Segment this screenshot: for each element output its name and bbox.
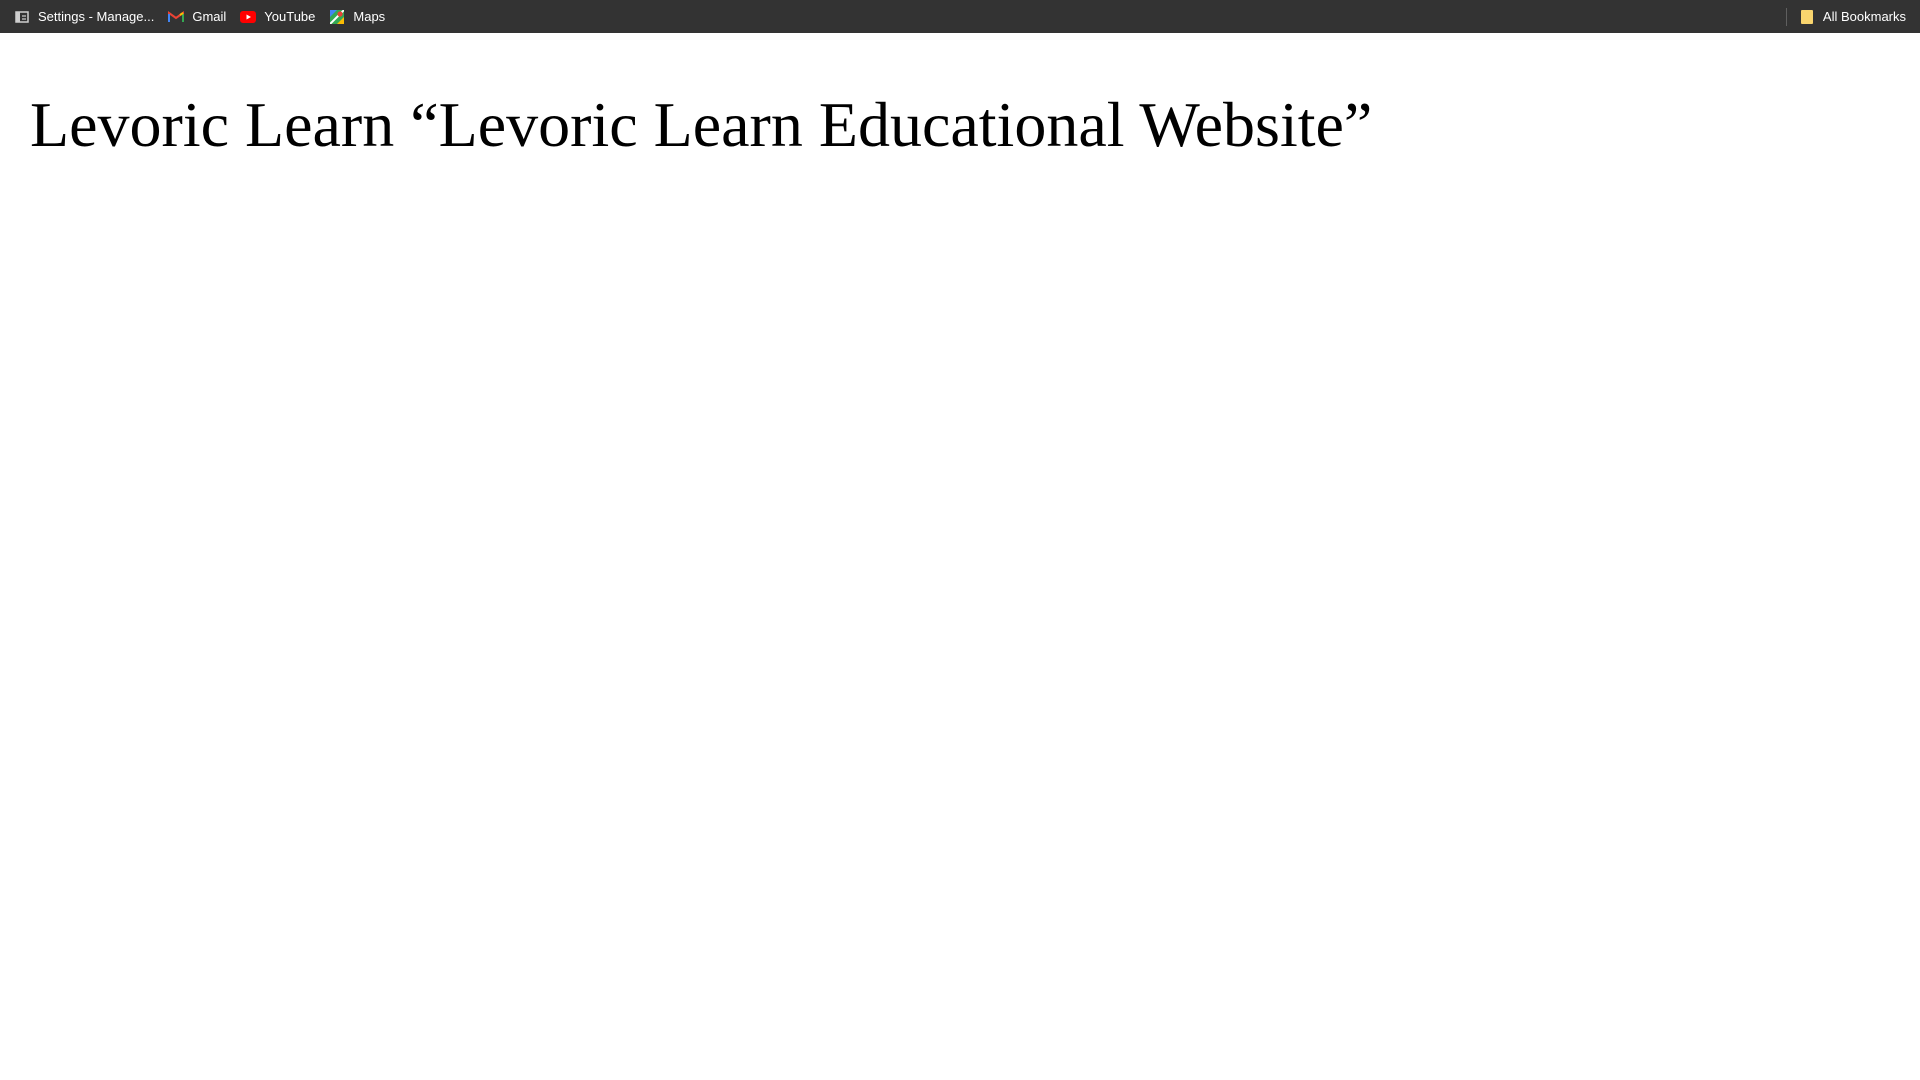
maps-icon	[329, 9, 345, 25]
settings-page-icon	[14, 9, 30, 25]
youtube-icon	[240, 9, 257, 25]
bookmarks-right: All Bookmarks	[1785, 0, 1920, 33]
bookmark-label: Gmail	[192, 9, 227, 24]
page-content: Levoric Learn “Levoric Learn Educational…	[0, 33, 1920, 1080]
all-bookmarks-button[interactable]: All Bookmarks	[1793, 4, 1914, 30]
bookmark-label: YouTube	[264, 9, 316, 24]
bookmark-gmail[interactable]: Gmail	[162, 4, 234, 30]
bookmark-label: Maps	[353, 9, 386, 24]
bookmark-youtube[interactable]: YouTube	[234, 4, 323, 30]
bookmark-label: Settings - Manage...	[38, 9, 155, 24]
all-bookmarks-label: All Bookmarks	[1822, 9, 1906, 24]
page-title: Levoric Learn “Levoric Learn Educational…	[30, 89, 1373, 160]
bookmark-maps[interactable]: Maps	[323, 4, 393, 30]
bookmarks-divider	[1785, 7, 1787, 26]
bookmark-settings[interactable]: Settings - Manage...	[8, 4, 162, 30]
bookmarks-bar: Settings - Manage... Gmail YouTube Maps …	[0, 0, 1920, 33]
gmail-icon	[168, 9, 185, 25]
bookmarks-list: Settings - Manage... Gmail YouTube Maps	[0, 0, 393, 33]
folder-icon	[1799, 9, 1815, 25]
